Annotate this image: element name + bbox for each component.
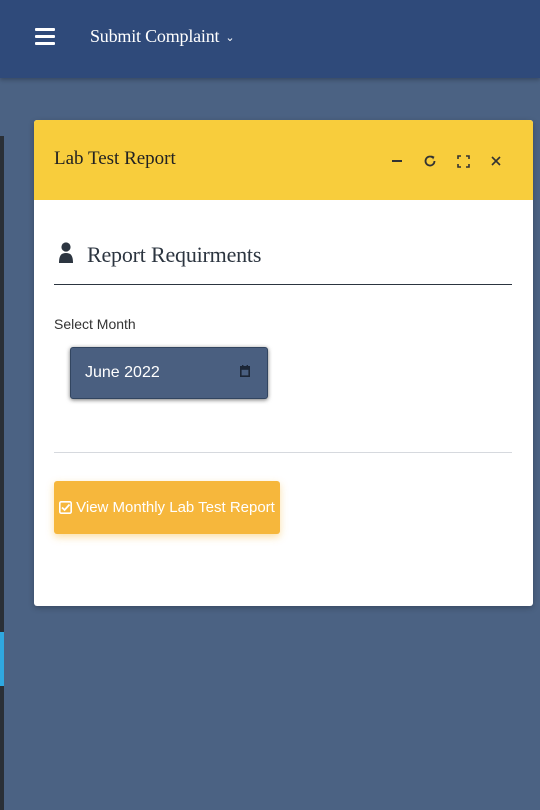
- nav-title-label: Submit Complaint: [90, 26, 220, 46]
- form-divider: [54, 452, 512, 453]
- card-tools: [375, 150, 507, 172]
- report-requirements-heading: Report Requirments: [54, 240, 512, 285]
- chevron-down-icon: ⌄: [225, 32, 235, 44]
- section-heading-label: Report Requirments: [87, 242, 262, 267]
- calendar-icon[interactable]: [240, 365, 250, 377]
- check-square-icon: [59, 501, 73, 514]
- close-icon[interactable]: [485, 150, 507, 172]
- view-monthly-report-label: View Monthly Lab Test Report: [76, 499, 275, 516]
- month-value: June 2022: [85, 364, 160, 381]
- minimize-icon[interactable]: [386, 150, 408, 172]
- sidebar-active-indicator: [0, 632, 4, 686]
- sidebar-edge: [0, 136, 4, 810]
- view-monthly-report-button[interactable]: View Monthly Lab Test Report: [54, 481, 280, 534]
- lab-test-report-card: Lab Test Report Report Requirments Selec…: [34, 120, 533, 606]
- card-header: Lab Test Report: [34, 120, 533, 200]
- card-title: Lab Test Report: [54, 148, 176, 169]
- select-month-label: Select Month: [54, 316, 136, 332]
- user-icon: [59, 242, 73, 263]
- refresh-icon[interactable]: [419, 150, 441, 172]
- submit-complaint-menu[interactable]: Submit Complaint ⌄: [90, 26, 235, 47]
- top-navbar: Submit Complaint ⌄: [0, 0, 540, 78]
- expand-icon[interactable]: [452, 150, 474, 172]
- month-picker-input[interactable]: June 2022: [70, 347, 268, 399]
- hamburger-menu-icon[interactable]: [35, 28, 55, 46]
